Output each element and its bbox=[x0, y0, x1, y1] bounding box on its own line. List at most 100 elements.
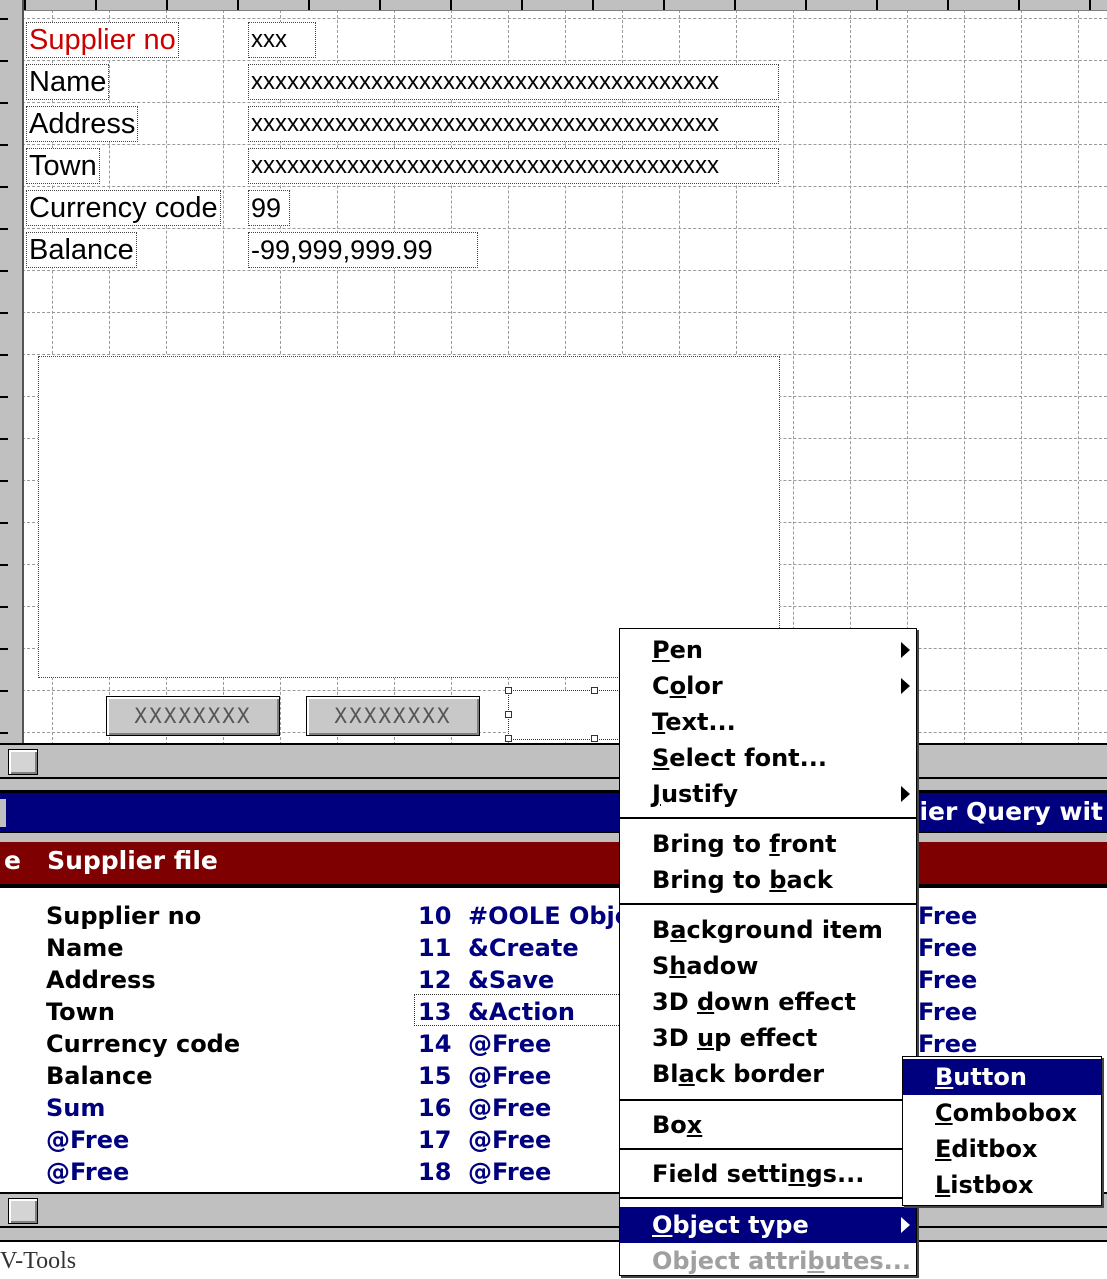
menu-item-justify[interactable]: Justify bbox=[620, 776, 916, 812]
menu-item-background-item[interactable]: Background item bbox=[620, 912, 916, 948]
field-list-item[interactable]: Free bbox=[918, 996, 977, 1028]
resize-handle[interactable] bbox=[505, 711, 512, 718]
field-list-item[interactable]: &Save bbox=[468, 964, 554, 996]
field-list-number[interactable]: 12 bbox=[418, 964, 451, 996]
grid-line bbox=[22, 60, 1107, 61]
field-list-item[interactable]: #OOLE Obje bbox=[468, 900, 631, 932]
field-list-number[interactable]: 15 bbox=[418, 1060, 451, 1092]
form-button-2[interactable]: XXXXXXXX bbox=[306, 696, 480, 736]
scroll-thumb[interactable] bbox=[8, 749, 38, 775]
design-horizontal-scrollbar[interactable] bbox=[0, 743, 1107, 779]
menu-item-text[interactable]: Text... bbox=[620, 704, 916, 740]
ruler-tick bbox=[0, 648, 8, 650]
label-town[interactable]: Town bbox=[26, 148, 100, 184]
field-supplier-no[interactable]: xxx bbox=[248, 22, 316, 58]
field-list-item[interactable]: Free bbox=[918, 900, 977, 932]
ruler-tick bbox=[0, 18, 8, 20]
ruler-tick bbox=[0, 522, 8, 524]
field-list-item[interactable]: @Free bbox=[468, 1028, 551, 1060]
field-list-item[interactable]: @Free bbox=[46, 1156, 129, 1188]
field-list-item[interactable]: Free bbox=[918, 964, 977, 996]
query-window-titlebar[interactable]: pplier Query wit bbox=[0, 790, 1107, 835]
ruler-tick bbox=[0, 438, 8, 440]
ruler-tick bbox=[0, 312, 8, 314]
left-ruler bbox=[0, 0, 24, 745]
submenu-item-combobox[interactable]: Combobox bbox=[903, 1095, 1101, 1131]
grid-line bbox=[1021, 10, 1022, 745]
menu-item-bring-to-front[interactable]: Bring to front bbox=[620, 826, 916, 862]
ruler-tick bbox=[0, 270, 8, 272]
submenu-item-listbox[interactable]: Listbox bbox=[903, 1167, 1101, 1203]
field-list-number[interactable]: 18 bbox=[418, 1156, 451, 1188]
menu-item-bring-to-back[interactable]: Bring to back bbox=[620, 862, 916, 898]
ruler-tick bbox=[0, 690, 8, 692]
form-design-surface[interactable]: Supplier no Name Address Town Currency c… bbox=[0, 0, 1107, 745]
field-list-number[interactable]: 10 bbox=[418, 900, 451, 932]
menu-item-shadow[interactable]: Shadow bbox=[620, 948, 916, 984]
selected-object[interactable] bbox=[508, 690, 622, 740]
field-list-item[interactable]: @Free bbox=[468, 1124, 551, 1156]
object-type-submenu: Button Combobox Editbox Listbox bbox=[902, 1056, 1102, 1206]
submenu-arrow-icon bbox=[901, 786, 910, 802]
menu-item-pen[interactable]: Pen bbox=[620, 632, 916, 668]
context-menu: Pen Color Text... Select font... Justify… bbox=[619, 628, 917, 1276]
field-list-item[interactable]: &Create bbox=[468, 932, 579, 964]
resize-handle[interactable] bbox=[505, 687, 512, 694]
form-button-1[interactable]: XXXXXXXX bbox=[106, 696, 280, 736]
status-bar: V-Tools bbox=[0, 1240, 1107, 1276]
ruler-tick bbox=[237, 0, 239, 10]
scroll-thumb[interactable] bbox=[8, 1198, 38, 1224]
menu-item-3d-up-effect[interactable]: 3D up effect bbox=[620, 1020, 916, 1056]
ruler-tick bbox=[0, 606, 8, 608]
submenu-item-button[interactable]: Button bbox=[903, 1059, 1101, 1095]
grid-line bbox=[22, 354, 1107, 355]
menu-item-box[interactable]: Box bbox=[620, 1107, 916, 1143]
resize-handle[interactable] bbox=[591, 687, 598, 694]
field-list-number[interactable]: 14 bbox=[418, 1028, 451, 1060]
ruler-tick bbox=[1018, 0, 1020, 10]
field-list-item[interactable]: Supplier no bbox=[46, 900, 201, 932]
label-supplier-no[interactable]: Supplier no bbox=[26, 22, 179, 58]
field-list-number[interactable]: 16 bbox=[418, 1092, 451, 1124]
label-balance[interactable]: Balance bbox=[26, 232, 137, 268]
field-town[interactable]: xxxxxxxxxxxxxxxxxxxxxxxxxxxxxxxxxxxxxxx bbox=[248, 148, 779, 184]
menu-item-field-settings[interactable]: Field settings... bbox=[620, 1156, 916, 1192]
menu-item-select-font[interactable]: Select font... bbox=[620, 740, 916, 776]
ruler-tick bbox=[0, 60, 8, 62]
field-list-item[interactable]: @Free bbox=[46, 1124, 129, 1156]
field-list-item[interactable]: @Free bbox=[468, 1092, 551, 1124]
field-name[interactable]: xxxxxxxxxxxxxxxxxxxxxxxxxxxxxxxxxxxxxxx bbox=[248, 64, 779, 100]
field-list-item[interactable]: Balance bbox=[46, 1060, 153, 1092]
field-list-item[interactable]: Free bbox=[918, 932, 977, 964]
field-currency-code[interactable]: 99 bbox=[248, 190, 290, 226]
menu-item-black-border[interactable]: Black border bbox=[620, 1056, 916, 1092]
ruler-tick bbox=[0, 144, 8, 146]
field-list-item[interactable]: Address bbox=[46, 964, 156, 996]
menu-item-object-type[interactable]: Object type bbox=[620, 1207, 916, 1243]
field-list-item[interactable]: @Free bbox=[468, 1060, 551, 1092]
menu-item-3d-down-effect[interactable]: 3D down effect bbox=[620, 984, 916, 1020]
resize-handle[interactable] bbox=[591, 735, 598, 742]
field-list-number[interactable]: 17 bbox=[418, 1124, 451, 1156]
field-list-item[interactable]: Currency code bbox=[46, 1028, 240, 1060]
field-list-item[interactable]: Town bbox=[46, 996, 115, 1028]
field-list-number[interactable]: 11 bbox=[418, 932, 451, 964]
menu-item-color[interactable]: Color bbox=[620, 668, 916, 704]
submenu-item-editbox[interactable]: Editbox bbox=[903, 1131, 1101, 1167]
field-list-item[interactable]: Name bbox=[46, 932, 124, 964]
file-window-titlebar[interactable]: e Supplier file bbox=[0, 842, 1107, 884]
field-list-item[interactable]: @Free bbox=[468, 1156, 551, 1188]
field-balance[interactable]: -99,999,999.99 bbox=[248, 232, 478, 268]
label-address[interactable]: Address bbox=[26, 106, 139, 142]
top-ruler bbox=[0, 0, 1107, 11]
grid-line bbox=[22, 312, 1107, 313]
label-name[interactable]: Name bbox=[26, 64, 110, 100]
resize-handle[interactable] bbox=[505, 735, 512, 742]
field-address[interactable]: xxxxxxxxxxxxxxxxxxxxxxxxxxxxxxxxxxxxxxx bbox=[248, 106, 779, 142]
ruler-tick bbox=[805, 0, 807, 10]
grid-line bbox=[964, 10, 965, 745]
field-list-item[interactable]: Sum bbox=[46, 1092, 105, 1124]
label-currency-code[interactable]: Currency code bbox=[26, 190, 221, 226]
ruler-tick bbox=[379, 0, 381, 10]
ruler-tick bbox=[24, 0, 26, 10]
